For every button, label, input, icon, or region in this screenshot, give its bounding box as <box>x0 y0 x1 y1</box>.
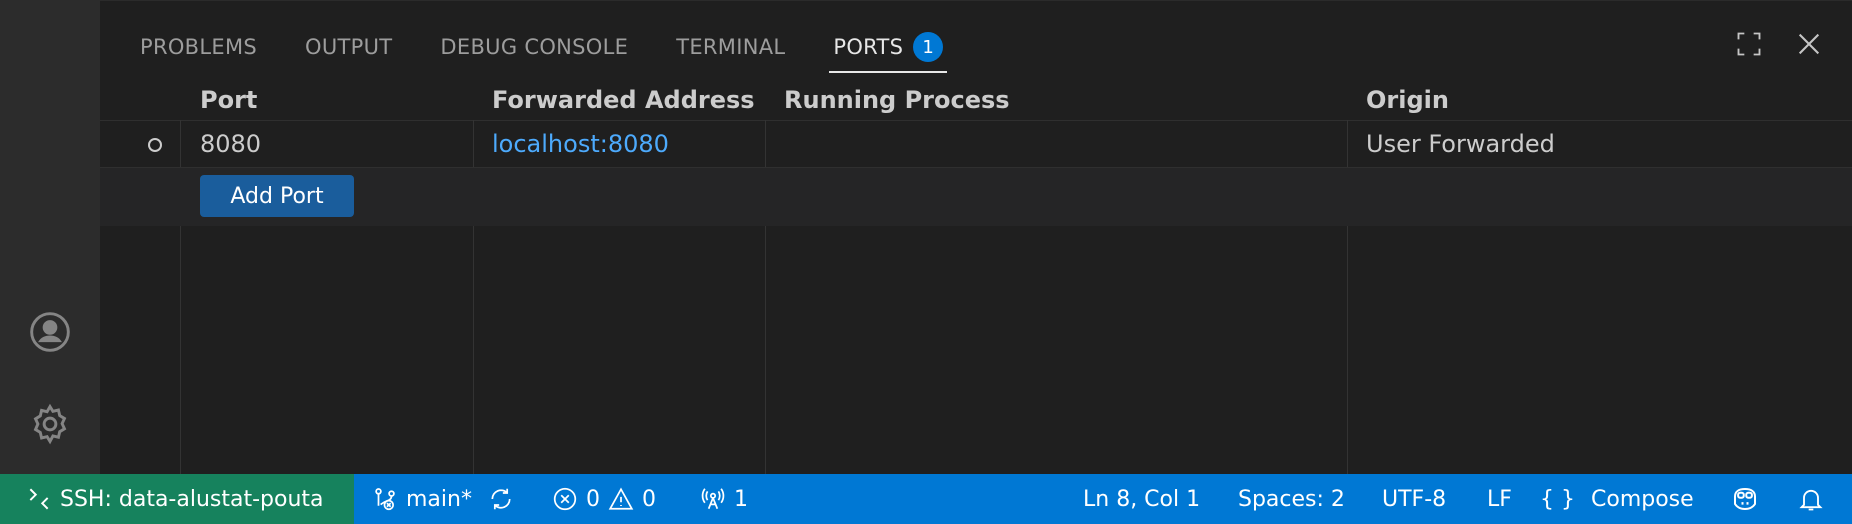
problems-indicator[interactable]: 0 0 <box>552 474 656 524</box>
encoding[interactable]: UTF-8 <box>1382 474 1446 524</box>
remote-indicator[interactable]: SSH: data-alustat-pouta <box>0 474 354 524</box>
ports-count-badge: 1 <box>913 32 944 62</box>
forwarded-ports-indicator[interactable]: 1 <box>700 474 748 524</box>
end-of-line[interactable]: LF <box>1487 474 1512 524</box>
tab-label: PROBLEMS <box>140 35 258 59</box>
tab-label: OUTPUT <box>305 35 393 59</box>
maximize-icon[interactable] <box>1732 27 1766 61</box>
tab-label: DEBUG CONSOLE <box>440 35 629 59</box>
add-port-row: Add Port <box>100 168 1852 226</box>
language-mode[interactable]: { } Compose <box>1540 474 1694 524</box>
column-header-origin[interactable]: Origin <box>1366 80 1449 120</box>
bottom-panel: PROBLEMS OUTPUT DEBUG CONSOLE TERMINAL P… <box>100 0 1852 475</box>
tab-label: TERMINAL <box>676 35 786 59</box>
tab-problems[interactable]: PROBLEMS <box>140 27 257 67</box>
braces-icon: { } <box>1540 486 1575 512</box>
cursor-position[interactable]: Ln 8, Col 1 <box>1083 474 1200 524</box>
copilot-icon[interactable] <box>1730 474 1760 524</box>
tab-ports[interactable]: PORTS 1 <box>829 27 948 73</box>
indentation[interactable]: Spaces: 2 <box>1238 474 1345 524</box>
panel-actions <box>1732 27 1826 61</box>
activity-bar <box>0 0 100 474</box>
tab-debug-console[interactable]: DEBUG CONSOLE <box>440 27 628 67</box>
error-count: 0 <box>586 486 600 512</box>
status-bar: SSH: data-alustat-pouta main* 0 0 1 Ln 8… <box>0 474 1852 524</box>
gear-icon[interactable] <box>26 400 74 448</box>
ports-table-header: Port Forwarded Address Running Process O… <box>100 80 1852 121</box>
ports-count: 1 <box>734 486 748 512</box>
bell-icon[interactable] <box>1797 474 1825 524</box>
branch-label: main* <box>406 486 472 512</box>
forwarded-address-link[interactable]: localhost:8080 <box>492 121 669 167</box>
column-header-forwarded-address[interactable]: Forwarded Address <box>492 80 755 120</box>
origin-cell: User Forwarded <box>1366 130 1555 158</box>
port-cell[interactable]: 8080 <box>200 121 261 167</box>
sync-icon[interactable] <box>488 486 514 512</box>
broadcast-icon <box>701 488 725 510</box>
close-icon[interactable] <box>1792 27 1826 61</box>
column-header-port[interactable]: Port <box>200 80 257 120</box>
remote-icon <box>29 488 49 510</box>
branch-indicator[interactable]: main* <box>372 474 514 524</box>
error-icon <box>553 487 577 511</box>
language-label: Compose <box>1591 486 1694 512</box>
warning-icon <box>608 487 634 510</box>
tab-label: PORTS <box>833 35 904 59</box>
account-icon[interactable] <box>26 308 74 356</box>
add-port-button[interactable]: Add Port <box>200 175 354 217</box>
table-row[interactable]: 8080 localhost:8080 User Forwarded <box>100 121 1852 168</box>
warning-count: 0 <box>642 486 656 512</box>
tab-output[interactable]: OUTPUT <box>305 27 392 67</box>
column-header-running-process[interactable]: Running Process <box>784 80 1010 120</box>
panel-tabs: PROBLEMS OUTPUT DEBUG CONSOLE TERMINAL P… <box>140 27 991 73</box>
git-branch-icon <box>375 488 395 511</box>
remote-label: SSH: data-alustat-pouta <box>60 486 324 512</box>
tab-terminal[interactable]: TERMINAL <box>676 27 785 67</box>
port-status-icon <box>148 138 162 152</box>
